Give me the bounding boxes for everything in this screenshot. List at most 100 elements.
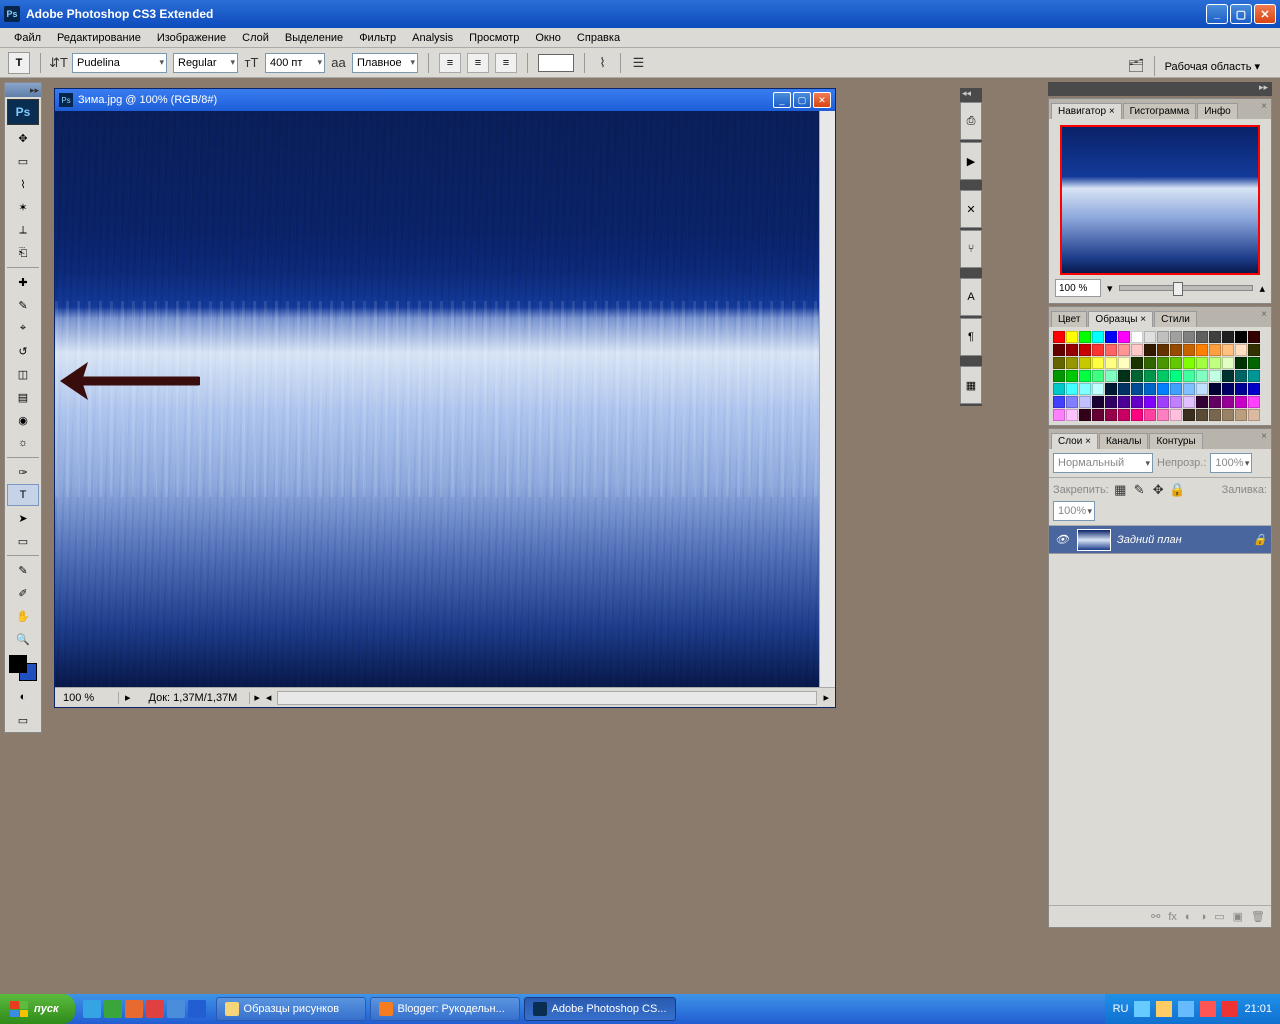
swatch[interactable] [1131,396,1143,408]
swatch[interactable] [1053,409,1065,421]
swatch[interactable] [1209,383,1221,395]
doc-maximize-button[interactable]: ▢ [793,92,811,108]
layer-adjust-icon[interactable]: ◑ [1200,911,1207,923]
align-left-button[interactable]: ≡ [439,53,461,73]
swatch[interactable] [1066,331,1078,343]
swatch[interactable] [1209,396,1221,408]
swatch[interactable] [1209,370,1221,382]
swatch[interactable] [1222,331,1234,343]
swatch[interactable] [1157,383,1169,395]
zoom-out-icon[interactable]: ▾ [1107,282,1113,295]
swatch[interactable] [1118,409,1130,421]
panels-dock-handle[interactable]: ▸▸ [1048,82,1272,96]
swatch[interactable] [1196,357,1208,369]
move-tool[interactable]: ✥ [7,127,39,149]
swatch[interactable] [1118,383,1130,395]
notes-tool[interactable]: ✎ [7,559,39,581]
swatch[interactable] [1144,331,1156,343]
swatch[interactable] [1183,409,1195,421]
swatch[interactable] [1157,357,1169,369]
swatch[interactable] [1183,383,1195,395]
start-button[interactable]: пуск [0,994,75,1024]
bridge-icon[interactable]: 🗂 [1129,59,1144,74]
healing-tool[interactable]: ✚ [7,271,39,293]
swatch[interactable] [1170,370,1182,382]
swatch[interactable] [1222,383,1234,395]
swatch[interactable] [1118,357,1130,369]
lock-paint-icon[interactable]: ✎ [1132,482,1147,497]
blur-tool[interactable]: ◉ [7,409,39,431]
swatch[interactable] [1209,357,1221,369]
ql-opera-icon[interactable] [146,1000,164,1018]
font-style-dropdown[interactable]: Regular [173,53,238,73]
swatches-close-icon[interactable]: × [1261,309,1267,320]
swatch[interactable] [1131,409,1143,421]
tab-навигатор[interactable]: Навигатор × [1051,103,1122,119]
antialias-dropdown[interactable]: Плавное [352,53,418,73]
menu-слой[interactable]: Слой [234,30,277,46]
swatch[interactable] [1118,331,1130,343]
menu-analysis[interactable]: Analysis [404,30,461,46]
clock[interactable]: 21:01 [1244,1003,1272,1015]
horizontal-scrollbar[interactable] [277,691,817,705]
taskbar-task[interactable]: Adobe Photoshop CS... [524,997,676,1021]
swatch[interactable] [1144,344,1156,356]
dock-handle[interactable]: ◂◂ [960,88,982,102]
swatch[interactable] [1222,370,1234,382]
ql-desktop-icon[interactable] [188,1000,206,1018]
swatch[interactable] [1066,344,1078,356]
layer-fx-icon[interactable]: fx [1168,911,1177,923]
align-center-button[interactable]: ≡ [467,53,489,73]
swatch[interactable] [1144,409,1156,421]
swatch[interactable] [1170,383,1182,395]
marquee-tool[interactable]: ▭ [7,150,39,172]
swatch[interactable] [1066,383,1078,395]
navigator-zoom-slider[interactable] [1119,285,1254,291]
layer-new-icon[interactable]: ▣ [1233,910,1243,923]
swatch[interactable] [1053,383,1065,395]
swatch[interactable] [1053,357,1065,369]
eyedropper-tool[interactable]: ✐ [7,582,39,604]
tray-icon-4[interactable] [1200,1001,1216,1017]
ql-firefox-icon[interactable] [125,1000,143,1018]
path-select-tool[interactable]: ➤ [7,507,39,529]
dock-icon-2[interactable]: ▶ [960,142,982,180]
lock-all-icon[interactable]: 🔒 [1170,482,1185,497]
swatch[interactable] [1092,409,1104,421]
layer-mask-icon[interactable]: ◐ [1185,911,1192,923]
swatch[interactable] [1066,370,1078,382]
swatch[interactable] [1235,331,1247,343]
swatch[interactable] [1092,331,1104,343]
history-brush-tool[interactable]: ↺ [7,340,39,362]
fill-input[interactable]: 100% [1053,501,1095,521]
swatch[interactable] [1131,357,1143,369]
tray-icon-5[interactable] [1222,1001,1238,1017]
tab-слои[interactable]: Слои × [1051,433,1098,449]
language-indicator[interactable]: RU [1113,1003,1129,1015]
tab-контуры[interactable]: Контуры [1149,433,1202,449]
swatch[interactable] [1144,383,1156,395]
doc-info[interactable]: Док: 1,37M/1,37M [137,692,251,704]
tray-icon-1[interactable] [1134,1001,1150,1017]
swatch[interactable] [1157,396,1169,408]
canvas[interactable] [55,111,819,687]
swatch[interactable] [1248,357,1260,369]
swatch[interactable] [1144,370,1156,382]
slice-tool[interactable]: ⎗ [7,242,39,264]
tab-стили[interactable]: Стили [1154,311,1197,327]
taskbar-task[interactable]: Образцы рисунков [216,997,366,1021]
lock-transparent-icon[interactable]: ▦ [1113,482,1128,497]
swatch[interactable] [1248,409,1260,421]
swatch[interactable] [1235,409,1247,421]
swatch[interactable] [1131,344,1143,356]
tab-образцы[interactable]: Образцы × [1088,311,1153,327]
visibility-icon[interactable]: 👁 [1053,531,1071,549]
swatch[interactable] [1235,370,1247,382]
doc-minimize-button[interactable]: _ [773,92,791,108]
swatch[interactable] [1053,331,1065,343]
swatch[interactable] [1222,357,1234,369]
swatch[interactable] [1209,409,1221,421]
toolbox-header[interactable]: ▸▸ [5,83,41,97]
dock-icon-4[interactable]: ⑂ [960,230,982,268]
text-orientation-button[interactable]: ⇵T [51,55,66,70]
